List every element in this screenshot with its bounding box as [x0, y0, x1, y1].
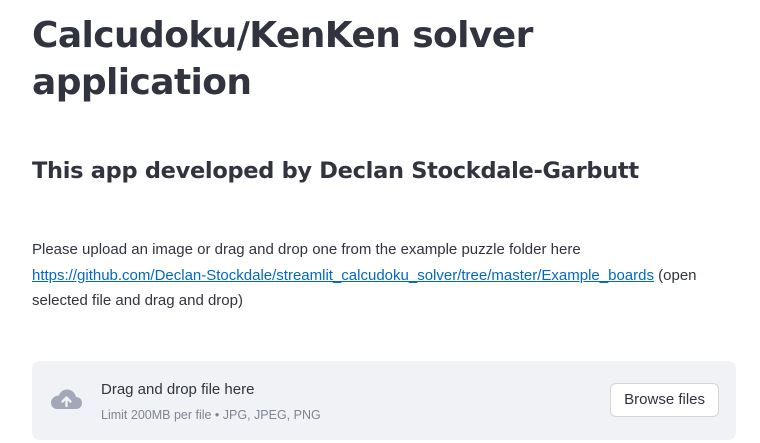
page-subtitle: This app developed by Declan Stockdale-G… [32, 158, 639, 184]
drop-label: Drag and drop file here [101, 381, 255, 398]
page-title: Calcudoku/KenKen solver application [32, 15, 533, 103]
intro-paragraph: Please upload an image or drag and drop … [32, 237, 736, 314]
browse-files-button[interactable]: Browse files [610, 383, 719, 417]
example-boards-link[interactable]: https://github.com/Declan-Stockdale/stre… [32, 267, 654, 284]
file-uploader-dropzone[interactable]: Drag and drop file here Limit 200MB per … [32, 361, 736, 440]
cloud-upload-icon [48, 385, 84, 415]
intro-text: Please upload an image or drag and drop … [32, 241, 581, 258]
file-limit-label: Limit 200MB per file • JPG, JPEG, PNG [101, 408, 321, 422]
